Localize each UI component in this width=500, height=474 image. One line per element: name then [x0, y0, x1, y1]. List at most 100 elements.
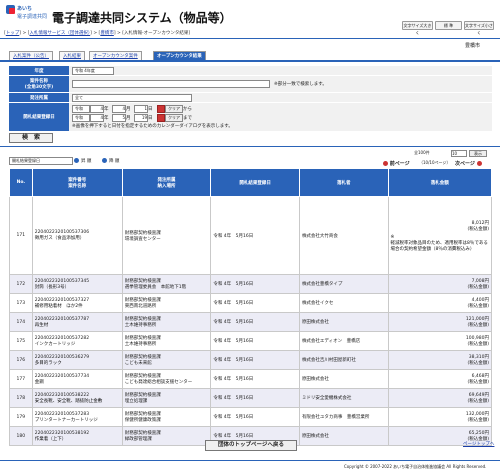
- next-page-label: 次ページ: [455, 161, 475, 167]
- font-size-large-button[interactable]: 文字サイズ大きく: [402, 21, 433, 35]
- case-name-link[interactable]: インクカートリッジ: [35, 341, 120, 347]
- breadcrumb-top-link[interactable]: トップ: [6, 31, 20, 36]
- cell-case: 2204022320100538192 作業着（上下）: [31, 426, 123, 446]
- return-top-button[interactable]: 団体のトップページへ戻る: [205, 440, 297, 451]
- cell-date: 令和 4年 5月16日: [210, 331, 300, 351]
- from-month-unit: 月: [126, 107, 131, 112]
- cell-date: 令和 4年 5月16日: [210, 312, 300, 332]
- delivery-place: 東西南北道路所: [124, 304, 157, 309]
- case-name-link[interactable]: 安全長靴、安全靴、踏抜防止金敷: [35, 398, 120, 404]
- result-date: 令和 4年 5月16日: [213, 339, 254, 344]
- delivery-place: 土木維持事務所: [124, 342, 157, 347]
- show-button[interactable]: 表示: [469, 150, 487, 157]
- table-body: 171 2204022320100537306 徴用ガス（食品添加用） 財務部契約検査…: [9, 196, 493, 446]
- winner-name: 株式会社エディオン 豊橋店: [301, 339, 361, 344]
- cell-date: 令和 4年 5月16日: [210, 274, 300, 294]
- cell-dept: 財務部契約検査課 土木維持事務所: [121, 331, 212, 351]
- breadcrumb-info-link[interactable]: 入札情報サービス（団体選択）: [29, 31, 90, 36]
- delivery-place: 緑政部管理課: [124, 437, 152, 442]
- from-calendar-icon[interactable]: [157, 105, 165, 113]
- cell-no: 173: [9, 293, 33, 313]
- table-row: 179 2204022320100537283 プリンタートナーカートリッジ 財務部契…: [9, 407, 493, 427]
- tax-note: ※ 軽減税率対象品目のため、適用税率は8％である場合の契約希望金額（8％の消費税…: [390, 234, 488, 252]
- next-page-link[interactable]: 次ページ: [455, 160, 482, 167]
- logo[interactable]: あいち 電子調達共同: [6, 5, 47, 25]
- to-day-input[interactable]: 19: [134, 114, 148, 122]
- to-month-input[interactable]: 5: [112, 114, 126, 122]
- to-year-input[interactable]: 4: [90, 114, 104, 122]
- row-no: 173: [16, 300, 26, 306]
- organization-name: 豊橋市: [465, 43, 481, 49]
- cell-no: 176: [9, 350, 33, 370]
- search-button[interactable]: 検 索: [9, 133, 53, 143]
- case-name-link[interactable]: 金鋼: [35, 379, 120, 385]
- case-name-link[interactable]: 徴用ガス（食品添加用）: [35, 235, 120, 241]
- per-page-select[interactable]: 10: [451, 150, 467, 157]
- year-label: 年度: [9, 66, 69, 75]
- tab-divider: [0, 60, 500, 62]
- table-row: 175 2204022320100537282 インクカートリッジ 財務部契約検査課土…: [9, 331, 493, 351]
- case-name-link[interactable]: プリンタートナーカートリッジ: [35, 417, 120, 423]
- department-select[interactable]: 全て: [72, 94, 192, 102]
- cell-case: 2204022320100537787 再生材: [31, 312, 123, 332]
- to-clear-button[interactable]: クリア: [165, 114, 183, 122]
- prev-page-label: 前ページ: [389, 161, 410, 167]
- breadcrumb-org-link[interactable]: 豊橋市: [100, 31, 114, 36]
- cell-dept: 財務部契約検査課 埋立処理課: [121, 388, 212, 408]
- case-name-link[interactable]: 多目的ラック: [35, 360, 120, 366]
- cell-amount: 8,012円 (税込金額) ※ 軽減税率対象品目のため、適用税率は8％である場合の契…: [387, 196, 493, 275]
- from-month-input[interactable]: 4: [112, 105, 126, 113]
- to-day-unit: 日: [148, 116, 153, 121]
- delivery-place: 選挙管理委員会 本館地下1階: [124, 285, 187, 290]
- form-row-dept: 発注所属 全て: [9, 93, 492, 103]
- case-name-link[interactable]: 封筒（長形3号）: [35, 284, 120, 290]
- delivery-place: 保健所健康政策課: [124, 418, 161, 423]
- breadcrumb: [トップ] > [入札情報サービス（団体選択）] > [豊橋市] > [入札情報…: [4, 31, 191, 36]
- case-name-input[interactable]: [72, 80, 270, 88]
- cell-date: 令和 4年 5月16日: [210, 388, 300, 408]
- font-size-small-button[interactable]: 文字サイズ小さく: [464, 21, 494, 35]
- case-name-link[interactable]: 補修用粘着材 ほか2件: [35, 303, 120, 309]
- cell-winner: 株式会社吉川村田屋新町社: [298, 350, 389, 370]
- winner-name: 有限会社ユタカ商事 豊橋営業所: [301, 415, 370, 420]
- result-date: 令和 4年 5月16日: [213, 434, 254, 439]
- from-era-select[interactable]: 令和: [72, 105, 90, 113]
- from-clear-button[interactable]: クリア: [165, 105, 183, 113]
- font-size-standard-button[interactable]: 標 準: [435, 21, 462, 30]
- footer-divider: [0, 460, 500, 461]
- row-no: 171: [16, 233, 26, 238]
- to-month-unit: 月: [126, 116, 131, 121]
- cell-winner: 有限会社ユタカ商事 豊橋営業所: [298, 407, 389, 427]
- to-era-select[interactable]: 令和: [72, 114, 90, 122]
- from-day-input[interactable]: 1: [134, 105, 148, 113]
- from-day-unit: 日: [148, 107, 153, 112]
- year-select[interactable]: 令和 4年度: [72, 67, 114, 75]
- table-row: 173 2204022320100537327 補修用粘着材 ほか2件 財務部契約検査…: [9, 293, 493, 313]
- case-name-link[interactable]: 再生材: [35, 322, 120, 328]
- page-top-link[interactable]: ページトップへ: [463, 441, 494, 447]
- sort-ascending-radio[interactable]: [74, 158, 79, 163]
- winner-name: ミドリ安全愛機株式会社: [301, 396, 352, 401]
- case-name-link[interactable]: 作業着（上下）: [35, 436, 120, 442]
- header-winner: 落札者: [298, 168, 389, 197]
- header-divider: [0, 38, 500, 39]
- cell-dept: 財務部契約検査課 選挙管理委員会 本館地下1階: [121, 274, 212, 294]
- prev-page-link[interactable]: 前ページ: [383, 160, 410, 167]
- cell-case: 2204022320100536279 多目的ラック: [31, 350, 123, 370]
- delivery-place: 環境調査センター: [124, 236, 161, 242]
- sort-descending-radio[interactable]: [102, 158, 107, 163]
- cell-case: 2204022320100537734 金鋼: [31, 369, 123, 389]
- header-case: 案件番号 案件名称: [31, 168, 123, 197]
- header-date: 開札結果登録日: [210, 168, 300, 197]
- sort-select[interactable]: 開札結果登録日: [9, 157, 73, 165]
- from-year-input[interactable]: 4: [90, 105, 104, 113]
- cell-amount: 7,008円 (税込金額): [387, 274, 493, 294]
- copyright: Copyright © 2007-2022 あいち電子自治体推進協議会 All …: [344, 464, 487, 469]
- to-calendar-icon[interactable]: [157, 114, 165, 122]
- cell-case: 2204022320100538222 安全長靴、安全靴、踏抜防止金敷: [31, 388, 123, 408]
- cell-case: 2204022320100537306 徴用ガス（食品添加用）: [31, 196, 123, 275]
- cell-no: 179: [9, 407, 33, 427]
- table-row: 172 2204022320100537345 封筒（長形3号） 財務部契約検査課 選挙…: [9, 274, 493, 294]
- cell-amount: 121,000円 (税込金額): [387, 312, 493, 332]
- cell-dept: 財務部契約検査課 土木維持事務所: [121, 312, 212, 332]
